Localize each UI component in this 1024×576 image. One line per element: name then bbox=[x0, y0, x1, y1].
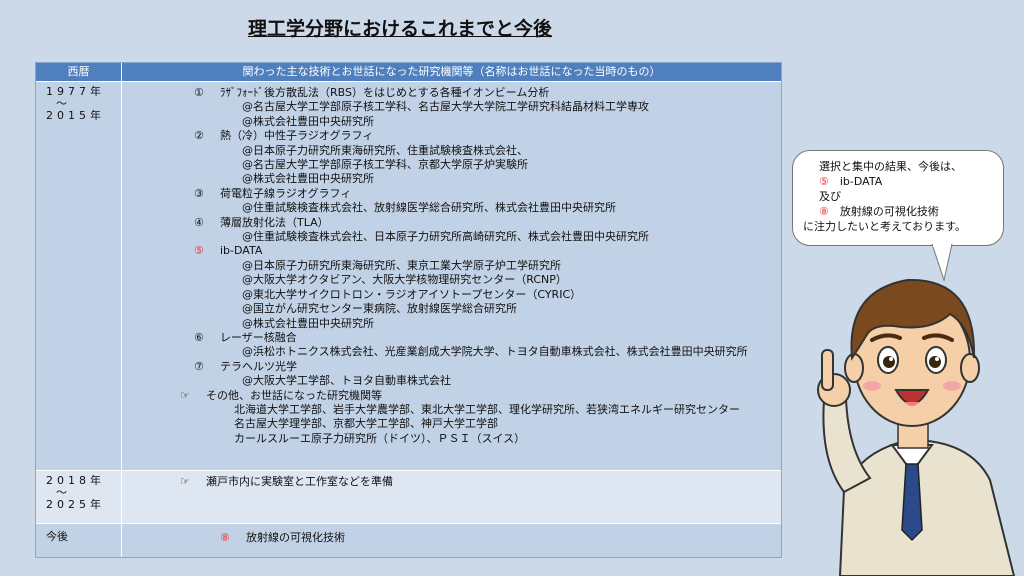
pointing-hand-icon: ☞ bbox=[180, 475, 190, 488]
man-pointing-illustration bbox=[817, 278, 1016, 576]
content-cell: ⑧ 放射線の可視化技術 bbox=[220, 531, 345, 544]
speech-bubble: 選択と集中の結果、今後は、 ⑤ ib-DATA 及び ⑧ 放射線の可視化技術 に… bbox=[792, 150, 1004, 246]
header-content: 関わった主な技術とお世話になった研究機関等（名称はお世話になった当時のもの） bbox=[242, 65, 661, 78]
list-item-other: ☞ その他、お世話になった研究機関等 北海道大学工学部、岩手大学農学部、東北大学工… bbox=[180, 388, 740, 445]
slide-title: 理工学分野におけるこれまでと今後 bbox=[247, 18, 552, 40]
list-item: ⑦ テラヘルツ光学 @大阪大学工学部、トヨタ自動車株式会社 bbox=[194, 359, 451, 388]
list-item: ③ 荷電粒子線ラジオグラフィ @住重試験検査株式会社、放射線医学総合研究所、株式会… bbox=[194, 186, 616, 215]
list-item-highlight: ⑤ ib-DATA @日本原子力研究所東海研究所、東京工業大学原子炉工学研究所 @… bbox=[194, 244, 582, 330]
header-year: 西暦 bbox=[36, 63, 122, 81]
pointing-hand-icon: ☞ bbox=[180, 388, 190, 402]
table-header: 西暦 関わった主な技術とお世話になった研究機関等（名称はお世話になった当時のもの… bbox=[36, 63, 781, 81]
table-row: 2018年 ～ 2025年 ☞ 瀬戸市内に実験室と工作室などを準備 bbox=[36, 470, 781, 523]
table-row: 1977年 ～ 2015年 ① ﾗｻﾞﾌｫｰﾄﾞ後方散乱法（RBS）をはじめとする… bbox=[36, 81, 781, 470]
list-item: ② 熱（冷）中性子ラジオグラフィ @日本原子力研究所東海研究所、住重試験検査株式会… bbox=[194, 129, 528, 186]
history-table: 西暦 関わった主な技術とお世話になった研究機関等（名称はお世話になった当時のもの… bbox=[35, 62, 782, 558]
list-item: ⑥ レーザー核融合 @浜松ホトニクス株式会社、光産業創成大学院大学、トヨタ自動車株… bbox=[194, 330, 748, 359]
year-cell: 今後 bbox=[36, 524, 122, 557]
content-cell: ☞ 瀬戸市内に実験室と工作室などを準備 bbox=[180, 475, 393, 488]
list-item: ① ﾗｻﾞﾌｫｰﾄﾞ後方散乱法（RBS）をはじめとする各種イオンビーム分析 @名古… bbox=[194, 86, 649, 128]
year-cell: 1977年 ～ 2015年 bbox=[36, 82, 122, 470]
list-item: ④ 薄層放射化法（TLA） @住重試験検査株式会社、日本原子力研究所高崎研究所、株… bbox=[194, 215, 649, 244]
year-cell: 2018年 ～ 2025年 bbox=[36, 471, 122, 523]
content-cell: ① ﾗｻﾞﾌｫｰﾄﾞ後方散乱法（RBS）をはじめとする各種イオンビーム分析 @名古… bbox=[122, 82, 781, 470]
table-row: 今後 ⑧ 放射線の可視化技術 bbox=[36, 523, 781, 557]
